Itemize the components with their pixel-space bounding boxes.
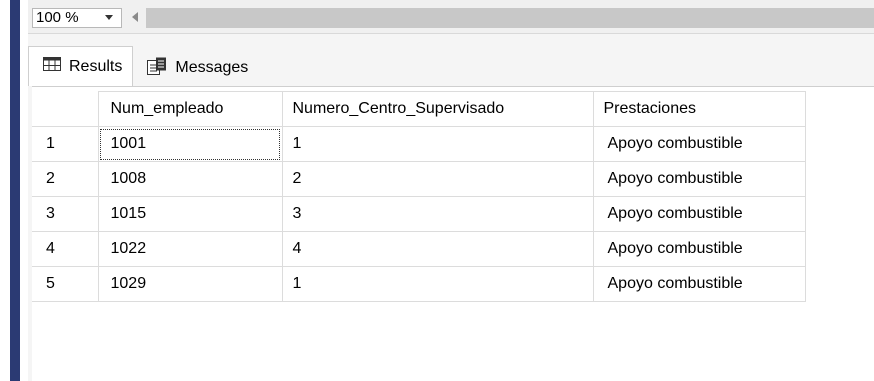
table-row: 2 1008 2 Apoyo combustible <box>32 161 806 197</box>
row-number[interactable]: 5 <box>32 266 99 302</box>
zoom-value: 100 % <box>36 9 79 26</box>
table-row: 4 1022 4 Apoyo combustible <box>32 231 806 267</box>
table-cell[interactable]: Apoyo combustible <box>592 126 806 162</box>
row-number[interactable]: 3 <box>32 196 99 232</box>
table-row: 5 1029 1 Apoyo combustible <box>32 266 806 302</box>
query-results-window: 100 % Results Messages Num_empleado Nume… <box>0 0 874 381</box>
table-cell[interactable]: 2 <box>281 161 594 197</box>
results-grid: Num_empleado Numero_Centro_Supervisado P… <box>32 91 806 302</box>
tab-results-label: Results <box>69 57 123 75</box>
row-number[interactable]: 1 <box>32 126 99 162</box>
splitter-bar[interactable] <box>10 0 20 381</box>
zoom-bar: 100 % <box>28 0 874 34</box>
grid-icon <box>43 57 61 76</box>
tab-messages-label: Messages <box>175 59 249 76</box>
arrow-left-icon[interactable] <box>132 12 138 22</box>
chevron-down-icon[interactable] <box>105 15 113 20</box>
zoom-dropdown[interactable]: 100 % <box>32 8 122 28</box>
tab-results[interactable]: Results <box>28 46 134 86</box>
table-row: 1 1001 1 Apoyo combustible <box>32 126 806 162</box>
table-cell[interactable]: 4 <box>281 231 594 267</box>
corner-cell[interactable] <box>32 91 99 127</box>
results-grid-panel: Num_empleado Numero_Centro_Supervisado P… <box>32 86 874 381</box>
table-cell[interactable]: 1001 <box>97 126 283 162</box>
tab-messages[interactable]: Messages <box>133 50 258 86</box>
editor-margin <box>0 0 28 381</box>
table-cell[interactable]: 1015 <box>97 196 283 232</box>
column-header-numero-centro-supervisado[interactable]: Numero_Centro_Supervisado <box>281 91 594 127</box>
table-cell[interactable]: Apoyo combustible <box>592 231 806 267</box>
table-cell[interactable]: 1 <box>281 126 594 162</box>
results-tabs: Results Messages <box>28 46 258 86</box>
table-cell[interactable]: Apoyo combustible <box>592 196 806 232</box>
column-header-num-empleado[interactable]: Num_empleado <box>97 91 283 127</box>
column-header-prestaciones[interactable]: Prestaciones <box>592 91 806 127</box>
table-cell[interactable]: 1029 <box>97 266 283 302</box>
row-number[interactable]: 4 <box>32 231 99 267</box>
horizontal-scrollbar[interactable] <box>146 8 874 28</box>
table-row: 3 1015 3 Apoyo combustible <box>32 196 806 232</box>
table-cell[interactable]: 1008 <box>97 161 283 197</box>
table-cell[interactable]: Apoyo combustible <box>592 266 806 302</box>
messages-icon <box>147 57 167 80</box>
table-cell[interactable]: 1022 <box>97 231 283 267</box>
header-row: Num_empleado Numero_Centro_Supervisado P… <box>32 91 806 127</box>
table-cell[interactable]: Apoyo combustible <box>592 161 806 197</box>
table-cell[interactable]: 1 <box>281 266 594 302</box>
row-number[interactable]: 2 <box>32 161 99 197</box>
table-cell[interactable]: 3 <box>281 196 594 232</box>
